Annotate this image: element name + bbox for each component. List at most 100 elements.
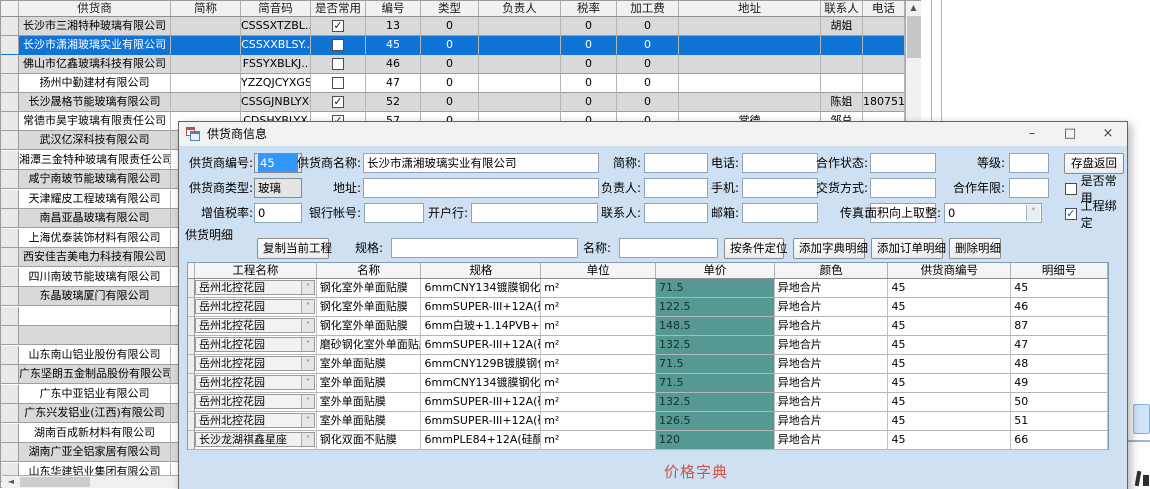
detail-row[interactable]: 岳州北控花园˅钢化室外单面贴膜6mm白玻+1.14PVB+6mm...m²148… xyxy=(188,317,1108,336)
detail-row[interactable]: 长沙龙湖祺鑫星座˅钢化双面不贴膜6mmPLE84+12A(硅酮胶...m²120… xyxy=(188,431,1108,450)
detail-cell-4[interactable]: 122.5 xyxy=(656,298,775,317)
coop_years-input[interactable] xyxy=(1009,178,1049,198)
supplier-row[interactable]: 长沙晟格节能玻璃有限公司CSSGJNBLYXGS✓52000陈姐180751 xyxy=(1,93,905,112)
detail-column-header-5[interactable]: 颜色 xyxy=(775,263,889,278)
coop_years-label: 合作年限: xyxy=(895,178,1005,198)
detail-cell-4[interactable]: 126.5 xyxy=(656,412,775,431)
detail-cell-4[interactable]: 148.5 xyxy=(656,317,775,336)
save-return-button[interactable]: 存盘返回 xyxy=(1064,153,1124,174)
common-checkbox-icon[interactable] xyxy=(332,77,344,89)
vscroll-thumb[interactable] xyxy=(907,16,921,58)
chevron-down-icon[interactable]: ˅ xyxy=(301,395,314,408)
minimize-button[interactable]: – xyxy=(1013,122,1051,146)
project-bind-checkbox[interactable]: ✓ 工程绑定 xyxy=(1065,204,1127,224)
chevron-down-icon[interactable]: ˅ xyxy=(301,433,314,446)
common-checkbox-icon[interactable]: ✓ xyxy=(332,20,344,32)
add-dict-detail-button[interactable]: 添加字典明细 xyxy=(793,238,865,259)
area_round_up-input[interactable]: 0˅ xyxy=(944,203,1042,223)
detail-column-header-2[interactable]: 规格 xyxy=(421,263,541,278)
detail-cell-1: 室外单面贴膜 xyxy=(317,393,422,412)
detail-cell-4[interactable]: 132.5 xyxy=(656,393,775,412)
column-header-8[interactable]: 加工费 xyxy=(617,1,679,16)
detail-row[interactable]: 岳州北控花园˅室外单面贴膜6mmCNY129B镀膜钢化m²71.5异地合片454… xyxy=(188,355,1108,374)
project-name-combobox[interactable]: 岳州北控花园˅ xyxy=(195,280,315,295)
checkbox-icon[interactable] xyxy=(1065,183,1077,195)
detail-cell-4[interactable]: 120 xyxy=(656,431,775,450)
column-header-0[interactable]: 供货商 xyxy=(19,1,171,16)
detail-cell-4[interactable]: 71.5 xyxy=(656,279,775,298)
supplier-row[interactable]: 长沙市三湘特种玻璃有限公司CSSSXTZBL..✓13000胡姐 xyxy=(1,17,905,36)
detail-cell-4[interactable]: 71.5 xyxy=(656,374,775,393)
detail-cell-1: 室外单面贴膜 xyxy=(317,355,422,374)
detail-row[interactable]: 岳州北控花园˅磨砂钢化室外单面贴膜6mmSUPER-III+12A(硅...m²… xyxy=(188,336,1108,355)
detail-column-header-7[interactable]: 明细号 xyxy=(1011,263,1108,278)
project-name-combobox[interactable]: 岳州北控花园˅ xyxy=(195,318,315,333)
scroll-left-icon[interactable]: ◄ xyxy=(4,476,18,488)
add-order-detail-button[interactable]: 添加订单明细 xyxy=(871,238,943,259)
locate-by-condition-button[interactable]: 按条件定位 xyxy=(724,238,784,259)
project-name-combobox[interactable]: 岳州北控花园˅ xyxy=(195,337,315,352)
delete-detail-button[interactable]: 删除明细 xyxy=(949,238,1001,259)
detail-row[interactable]: 岳州北控花园˅室外单面贴膜6mmSUPER-III+12A(硅...m²126.… xyxy=(188,412,1108,431)
common-checkbox-icon[interactable] xyxy=(332,58,344,70)
detail-row[interactable]: 岳州北控花园˅钢化室外单面贴膜6mmSUPER-III+12A(硅...m²12… xyxy=(188,298,1108,317)
chevron-down-icon[interactable]: ˅ xyxy=(301,414,314,427)
chevron-down-icon[interactable]: ˅ xyxy=(301,319,314,332)
common-checkbox-icon[interactable]: ✓ xyxy=(332,96,344,108)
name-filter-input[interactable] xyxy=(619,238,718,258)
project-name-combobox[interactable]: 岳州北控花园˅ xyxy=(195,413,315,428)
supplier-cell-9 xyxy=(679,36,821,55)
detail-row[interactable]: 岳州北控花园˅室外单面贴膜6mmCNY134镀膜钢化m²71.5异地合片4549 xyxy=(188,374,1108,393)
detail-column-header-6[interactable]: 供货商编号 xyxy=(888,263,1011,278)
column-header-10[interactable]: 联系人 xyxy=(821,1,863,16)
column-header-11[interactable]: 电话 xyxy=(863,1,905,16)
project-name-combobox[interactable]: 岳州北控花园˅ xyxy=(195,299,315,314)
supplier-cell-7: 0 xyxy=(561,93,617,112)
detail-column-header-0[interactable]: 工程名称 xyxy=(195,263,317,278)
row-header xyxy=(1,151,19,170)
project-name-combobox[interactable]: 岳州北控花园˅ xyxy=(195,375,315,390)
close-button[interactable]: × xyxy=(1089,122,1127,146)
dialog-titlebar[interactable]: 供货商信息 – □ × xyxy=(179,122,1127,146)
checkbox-icon[interactable]: ✓ xyxy=(1065,208,1077,220)
column-header-3[interactable]: 是否常用 xyxy=(311,1,366,16)
column-header-2[interactable]: 简音码 xyxy=(241,1,311,16)
supplier-cell-5: 0 xyxy=(421,93,479,112)
detail-column-header-3[interactable]: 单位 xyxy=(541,263,656,278)
detail-cell-4[interactable]: 132.5 xyxy=(656,336,775,355)
supplier-row[interactable]: 佛山市亿鑫玻璃科技有限公司FSSYXBLKJ..46000 xyxy=(1,55,905,74)
chevron-down-icon[interactable]: ˅ xyxy=(301,357,314,370)
column-header-7[interactable]: 税率 xyxy=(561,1,617,16)
column-header-1[interactable]: 简称 xyxy=(171,1,241,16)
common-checkbox-icon[interactable] xyxy=(332,39,344,51)
detail-row[interactable]: 岳州北控花园˅室外单面贴膜6mmSUPER-III+12A(硅...m²132.… xyxy=(188,393,1108,412)
maximize-button[interactable]: □ xyxy=(1051,122,1089,146)
detail-cell-0: 岳州北控花园˅ xyxy=(195,393,317,412)
chevron-down-icon[interactable]: ˅ xyxy=(1026,205,1040,221)
scroll-up-icon[interactable]: ▲ xyxy=(906,1,921,15)
chevron-down-icon[interactable]: ˅ xyxy=(301,300,314,313)
column-header-9[interactable]: 地址 xyxy=(679,1,821,16)
project-name-combobox[interactable]: 岳州北控花园˅ xyxy=(195,394,315,409)
chevron-down-icon[interactable]: ˅ xyxy=(301,338,314,351)
delivery_method-label: 交货方式: xyxy=(758,178,868,198)
supplier-row[interactable]: 扬州中勤建材有限公司YZZQJCYXGS47000 xyxy=(1,74,905,93)
hscroll-thumb[interactable] xyxy=(20,477,90,487)
detail-column-header-4[interactable]: 单价 xyxy=(656,263,775,278)
column-header-4[interactable]: 编号 xyxy=(366,1,421,16)
grade-input[interactable] xyxy=(1009,153,1049,173)
project-name-combobox[interactable]: 岳州北控花园˅ xyxy=(195,356,315,371)
row-header xyxy=(1,385,19,404)
project-name-combobox[interactable]: 长沙龙湖祺鑫星座˅ xyxy=(195,432,315,447)
column-header-6[interactable]: 负责人 xyxy=(479,1,561,16)
chevron-down-icon[interactable]: ˅ xyxy=(301,281,314,294)
detail-cell-4[interactable]: 71.5 xyxy=(656,355,775,374)
chevron-down-icon[interactable]: ˅ xyxy=(301,376,314,389)
detail-column-header-1[interactable]: 名称 xyxy=(317,263,422,278)
supplier-row[interactable]: 长沙市潇湘玻璃实业有限公司CSSXXBLSY..45000 xyxy=(1,36,905,55)
detail-row[interactable]: 岳州北控花园˅钢化室外单面贴膜6mmCNY134镀膜钢化m²71.5异地合片45… xyxy=(188,279,1108,298)
is-common-checkbox[interactable]: 是否常用 xyxy=(1065,179,1127,199)
column-header-5[interactable]: 类型 xyxy=(421,1,479,16)
detail-cell-3: m² xyxy=(541,374,656,393)
supplier-cell-10: 陈姐 xyxy=(821,93,863,112)
